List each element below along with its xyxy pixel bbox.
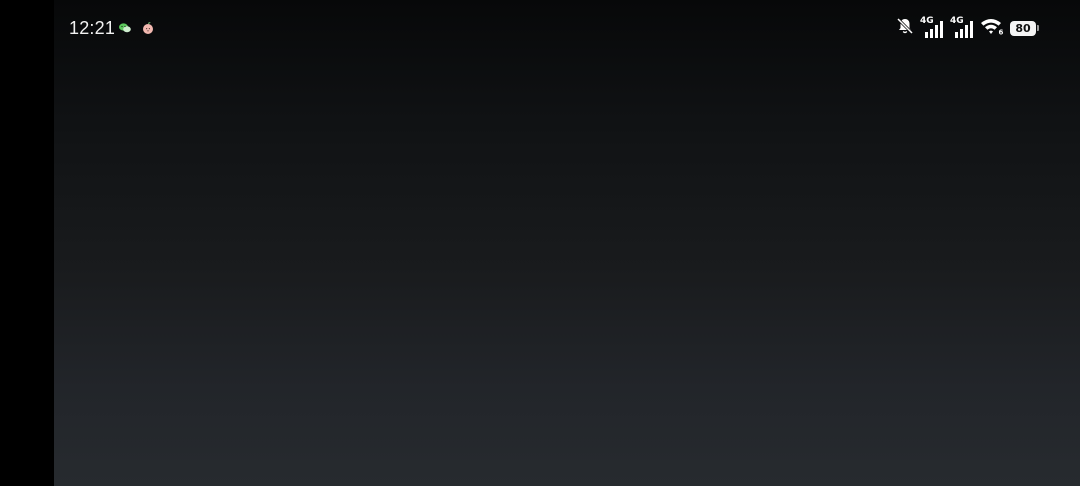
signal-bars-icon xyxy=(925,21,943,38)
blank-content-area xyxy=(54,0,1080,486)
battery-level: 80 xyxy=(1010,20,1036,36)
left-inset-bar xyxy=(0,0,54,486)
peach-app-icon xyxy=(141,21,155,35)
battery-cap xyxy=(1037,25,1039,31)
wifi-icon: 6 xyxy=(980,17,1004,40)
clock-time: 12:21 xyxy=(69,18,116,38)
screen: 12:21 4G 4G 6 80 xyxy=(0,0,1080,486)
cellular-signal-1: 4G xyxy=(920,16,944,40)
wechat-icon xyxy=(118,21,132,35)
system-indicators: 4G 4G 6 80 xyxy=(896,16,1040,40)
status-bar: 12:21 4G 4G 6 80 xyxy=(54,0,1080,56)
signal-bars-icon xyxy=(955,21,973,38)
battery-indicator: 80 xyxy=(1010,20,1040,36)
muted-bell-icon xyxy=(896,17,914,40)
cellular-signal-2: 4G xyxy=(950,16,974,40)
wifi-badge: 6 xyxy=(999,28,1004,35)
